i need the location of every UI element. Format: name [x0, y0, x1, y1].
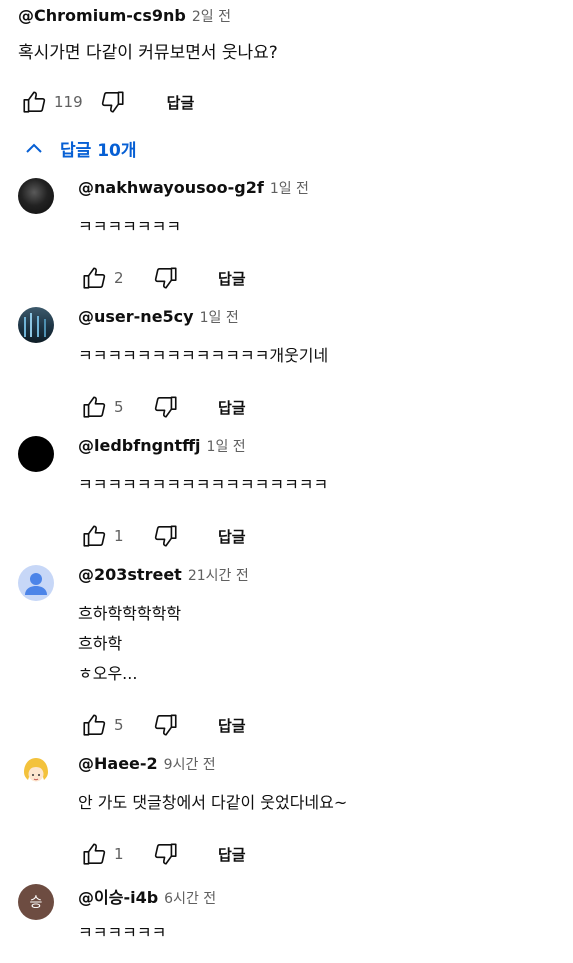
- dislike-button[interactable]: [97, 86, 129, 118]
- comment-time[interactable]: 1일 전: [200, 307, 239, 327]
- avatar[interactable]: [18, 178, 54, 214]
- reply-button[interactable]: 답글: [218, 526, 246, 547]
- reply-button[interactable]: 답글: [218, 397, 246, 418]
- replies-toggle-label: 답글 10개: [60, 141, 137, 161]
- comment-time[interactable]: 1일 전: [270, 178, 309, 198]
- chevron-up-icon: [26, 143, 42, 153]
- like-count: 119: [54, 93, 83, 111]
- comment-author[interactable]: @이승-i4b: [78, 884, 158, 908]
- comment-author[interactable]: @user-ne5cy: [78, 307, 194, 326]
- default-avatar-icon: [25, 573, 47, 595]
- comment-author[interactable]: @nakhwayousoo-g2f: [78, 178, 264, 197]
- comment-time[interactable]: 9시간 전: [164, 754, 216, 774]
- avatar[interactable]: [18, 565, 54, 601]
- thumbs-down-icon: [154, 714, 177, 736]
- dislike-button[interactable]: [150, 709, 182, 741]
- like-button[interactable]: [78, 391, 110, 423]
- thumbs-down-icon: [154, 267, 177, 289]
- like-button[interactable]: [78, 709, 110, 741]
- avatar-image: [24, 313, 46, 337]
- comment-actions: 119 답글: [18, 84, 558, 120]
- comment-actions: 5 답글: [78, 389, 558, 425]
- like-count: 1: [114, 845, 124, 863]
- comment-time[interactable]: 21시간 전: [188, 565, 249, 585]
- thumbs-down-icon: [154, 525, 177, 547]
- thumbs-down-icon: [154, 396, 177, 418]
- comment-time[interactable]: 2일 전: [192, 6, 231, 26]
- comment-actions: 5 답글: [78, 707, 558, 743]
- replies-toggle[interactable]: 답글 10개: [22, 136, 137, 161]
- like-count: 1: [114, 527, 124, 545]
- comment-header: @Chromium-cs9nb 2일 전: [18, 6, 558, 32]
- reply-button[interactable]: 답글: [167, 92, 195, 113]
- comment-actions: 2 답글: [78, 260, 558, 296]
- thumbs-down-icon: [154, 843, 177, 865]
- thumbs-down-icon: [101, 91, 124, 113]
- comment-text: 안 가도 댓글창에서 다같이 웃었다네요~: [78, 793, 348, 812]
- comment-text: ㅋㅋㅋㅋㅋㅋㅋㅋㅋㅋㅋㅋㅋㅋㅋㅋㅋ: [78, 475, 329, 494]
- comment-text: ㅋㅋㅋㅋㅋㅋㅋㅋㅋㅋㅋㅋㅋ개웃기네: [78, 346, 329, 365]
- avatar[interactable]: [18, 307, 54, 343]
- like-count: 5: [114, 716, 124, 734]
- comment-text: 혹시가면 다같이 커뮤보면서 웃나요?: [18, 43, 278, 63]
- like-button[interactable]: [78, 262, 110, 294]
- like-count: 2: [114, 269, 124, 287]
- comment-text: ㅋㅋㅋㅋㅋㅋㅋ: [78, 217, 182, 236]
- comment-author[interactable]: @ledbfngntffj: [78, 436, 201, 455]
- comment-author[interactable]: @203street: [78, 565, 182, 584]
- avatar-letter: 승: [29, 895, 43, 911]
- comment-actions: 1 답글: [78, 518, 558, 554]
- comment-time[interactable]: 6시간 전: [164, 888, 216, 908]
- dislike-button[interactable]: [150, 262, 182, 294]
- comment-author[interactable]: @Haee-2: [78, 754, 158, 773]
- like-button[interactable]: [78, 838, 110, 870]
- thumbs-up-icon: [83, 714, 106, 736]
- like-count: 5: [114, 398, 124, 416]
- top-comment: @Chromium-cs9nb 2일 전 혹시가면 다같이 커뮤보면서 웃나요?…: [18, 6, 558, 120]
- thumbs-up-icon: [83, 396, 106, 418]
- thumbs-up-icon: [23, 91, 46, 113]
- reply-button[interactable]: 답글: [218, 715, 246, 736]
- dislike-button[interactable]: [150, 391, 182, 423]
- avatar[interactable]: 승: [18, 884, 54, 920]
- like-button[interactable]: [18, 86, 50, 118]
- comment-text: 흐하학학학학학 흐하학 ㅎ오우...: [78, 604, 182, 683]
- comment-text: ㅋㅋㅋㅋㅋㅋ: [78, 923, 167, 942]
- avatar[interactable]: [18, 436, 54, 472]
- reply-button[interactable]: 답글: [218, 268, 246, 289]
- comment-time[interactable]: 1일 전: [207, 436, 246, 456]
- dislike-button[interactable]: [150, 838, 182, 870]
- thumbs-up-icon: [83, 843, 106, 865]
- thumbs-up-icon: [83, 267, 106, 289]
- thumbs-up-icon: [83, 525, 106, 547]
- reply-button[interactable]: 답글: [218, 844, 246, 865]
- comment-actions: 1 답글: [78, 836, 558, 872]
- avatar-image: [24, 758, 48, 782]
- dislike-button[interactable]: [150, 520, 182, 552]
- comment-author[interactable]: @Chromium-cs9nb: [18, 6, 186, 25]
- avatar[interactable]: [18, 754, 54, 790]
- like-button[interactable]: [78, 520, 110, 552]
